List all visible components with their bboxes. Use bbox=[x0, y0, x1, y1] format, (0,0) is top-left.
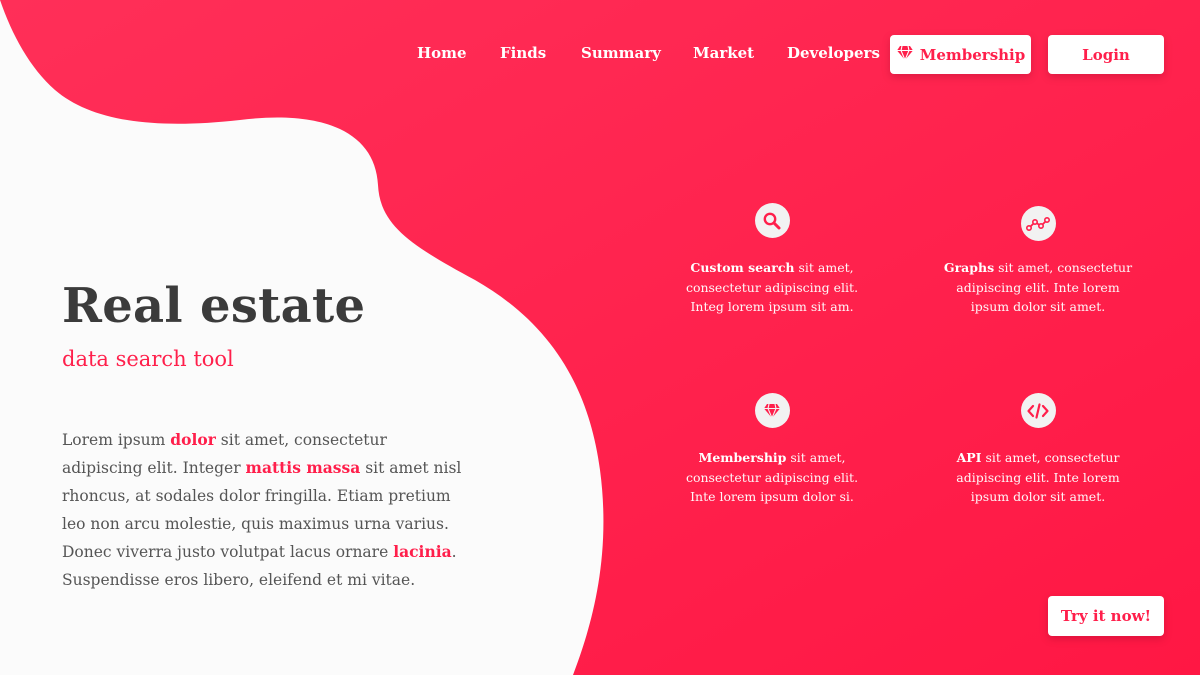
hero-text-1: Lorem ipsum bbox=[62, 431, 171, 449]
membership-button-label: Membership bbox=[919, 45, 1026, 64]
graph-icon bbox=[1020, 206, 1056, 241]
hero-highlight-3: lacinia bbox=[393, 542, 452, 561]
feature-api: API sit amet, consectetur adipiscing eli… bbox=[938, 393, 1138, 507]
code-icon bbox=[1020, 393, 1056, 428]
feature-text: Custom search sit amet, consectetur adip… bbox=[672, 258, 872, 317]
feature-membership: Membership sit amet, consectetur adipisc… bbox=[672, 393, 872, 507]
feature-description: sit amet, consectetur adipiscing elit. I… bbox=[956, 450, 1120, 504]
hero-highlight-2: mattis massa bbox=[245, 458, 361, 477]
try-it-now-label: Try it now! bbox=[1060, 607, 1152, 625]
feature-text: API sit amet, consectetur adipiscing eli… bbox=[938, 448, 1138, 507]
page-title: Real estate bbox=[62, 278, 366, 334]
top-navigation: Home Finds Summary Market Developers Mem… bbox=[0, 0, 1200, 110]
feature-text: Graphs sit amet, consectetur adipiscing … bbox=[938, 258, 1138, 317]
page-subtitle: data search tool bbox=[62, 347, 234, 371]
hero-heading: Real estate data search tool bbox=[62, 278, 482, 372]
membership-button[interactable]: Membership bbox=[890, 35, 1031, 74]
feature-title: Custom search bbox=[690, 260, 795, 275]
diamond-icon bbox=[754, 393, 790, 428]
feature-title: API bbox=[956, 450, 982, 465]
hero-highlight-1: dolor bbox=[170, 430, 216, 449]
nav-link-finds[interactable]: Finds bbox=[500, 44, 546, 62]
nav-link-developers[interactable]: Developers bbox=[787, 44, 880, 62]
nav-link-summary[interactable]: Summary bbox=[581, 44, 661, 62]
nav-link-home[interactable]: Home bbox=[417, 44, 467, 62]
feature-graphs: Graphs sit amet, consectetur adipiscing … bbox=[938, 206, 1138, 317]
login-button-label: Login bbox=[1082, 45, 1130, 64]
feature-custom-search: Custom search sit amet, consectetur adip… bbox=[672, 203, 872, 317]
feature-text: Membership sit amet, consectetur adipisc… bbox=[672, 448, 872, 507]
nav-link-market[interactable]: Market bbox=[693, 44, 754, 62]
feature-title: Membership bbox=[698, 450, 787, 465]
login-button[interactable]: Login bbox=[1048, 35, 1164, 74]
search-icon bbox=[754, 203, 790, 238]
try-it-now-button[interactable]: Try it now! bbox=[1048, 596, 1164, 636]
diamond-icon bbox=[896, 45, 914, 65]
hero-description: Lorem ipsum dolor sit amet, consectetur … bbox=[62, 426, 462, 594]
feature-title: Graphs bbox=[943, 260, 995, 275]
